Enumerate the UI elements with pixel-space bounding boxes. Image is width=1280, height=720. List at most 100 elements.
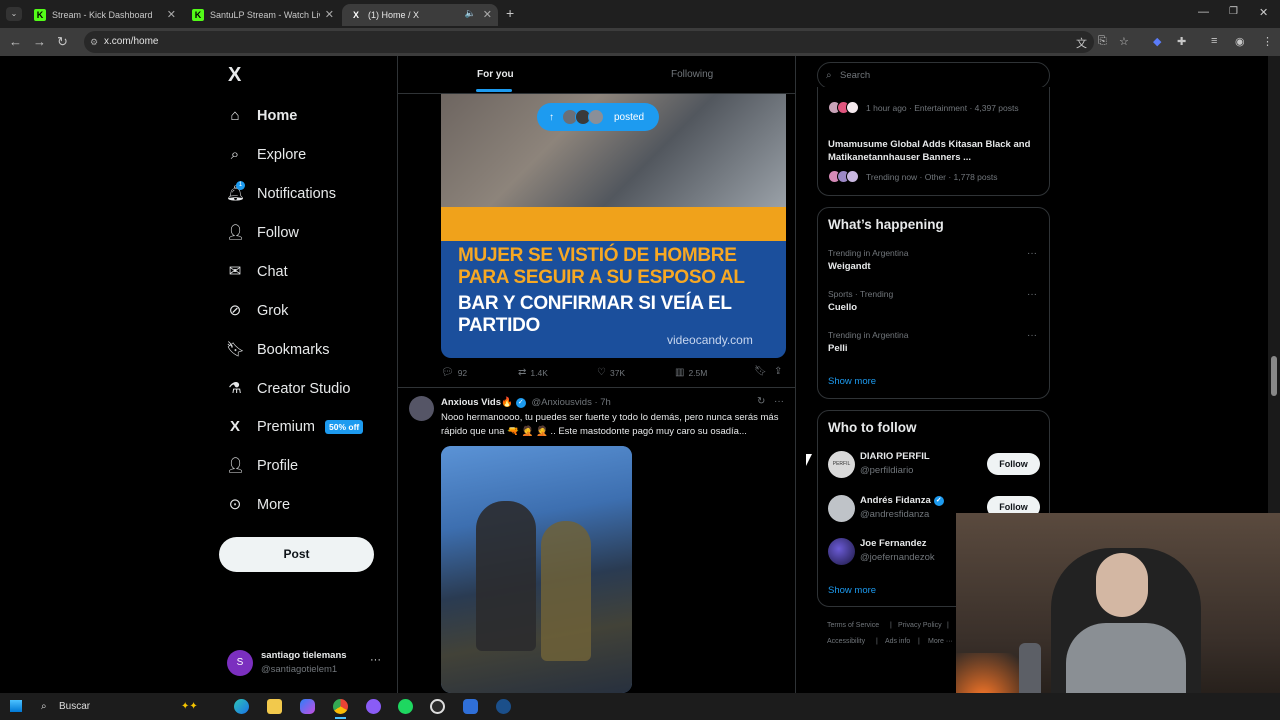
- file-explorer-icon[interactable]: [267, 699, 282, 714]
- nav-grok[interactable]: ⊘ Grok: [226, 302, 289, 320]
- nav-home[interactable]: ⌂ Home: [226, 107, 297, 125]
- nav-bookmarks[interactable]: 🔖︎ Bookmarks: [226, 341, 330, 359]
- user-name[interactable]: DIARIO PERFIL: [860, 451, 930, 462]
- tab-kick-stream[interactable]: K SantuLP Stream - Watch Live on Kick ✕: [184, 4, 340, 26]
- story-title[interactable]: Umamusume Global Adds Kitasan Black and …: [828, 138, 1033, 164]
- mail-icon[interactable]: [463, 699, 478, 714]
- terms-link[interactable]: Terms of Service: [827, 622, 879, 629]
- obs-icon[interactable]: [430, 699, 445, 714]
- trend-name[interactable]: Cuello: [828, 302, 857, 313]
- repost-button[interactable]: ⇄ 1.4K: [518, 367, 548, 378]
- copilot-icon[interactable]: [300, 699, 315, 714]
- trend-more-icon[interactable]: ···: [1027, 330, 1037, 341]
- spotify-icon[interactable]: [398, 699, 413, 714]
- back-icon[interactable]: ←: [9, 34, 22, 49]
- avatar[interactable]: [828, 495, 855, 522]
- more-icon[interactable]: ···: [774, 396, 784, 407]
- x-logo-icon: X: [352, 10, 359, 20]
- author-handle[interactable]: @Anxiousvids: [531, 397, 591, 408]
- webcam-overlay: [956, 513, 1280, 720]
- footer-more-link[interactable]: More ···: [928, 638, 953, 645]
- close-tab-icon[interactable]: ✕: [325, 8, 334, 21]
- restore-button[interactable]: ❐: [1229, 6, 1238, 17]
- footer-separator: |: [947, 622, 949, 629]
- headline-white: BAR Y CONFIRMAR SI VEÍA EL PARTIDO: [458, 293, 732, 336]
- site-info-icon[interactable]: ⚙: [90, 31, 98, 53]
- nav-explore[interactable]: ⌕ Explore: [226, 146, 306, 164]
- discord-icon[interactable]: [366, 699, 381, 714]
- media-icon[interactable]: ≡: [1211, 35, 1217, 47]
- privacy-link[interactable]: Privacy Policy: [898, 622, 942, 629]
- grok-icon[interactable]: ↻: [757, 396, 765, 407]
- x-logo[interactable]: X: [228, 64, 241, 87]
- tweet-media-image[interactable]: MUJER SE VISTIÓ DE HOMBRE PARA SEGUIR A …: [441, 94, 786, 358]
- post-button[interactable]: Post: [219, 537, 374, 572]
- user-name[interactable]: Andrés Fidanza ✓: [860, 495, 944, 506]
- avatar[interactable]: [828, 538, 855, 565]
- tweet-time[interactable]: · 7h: [594, 397, 610, 408]
- close-window-button[interactable]: ✕: [1259, 6, 1268, 19]
- puzzle-icon[interactable]: ✚: [1177, 35, 1186, 48]
- tab-following[interactable]: Following: [671, 69, 713, 80]
- nav-follow[interactable]: 👤︎ Follow: [226, 224, 299, 242]
- trend-name[interactable]: Pelli: [828, 343, 848, 354]
- tab-kick-dashboard[interactable]: K Stream - Kick Dashboard ✕: [26, 4, 182, 26]
- share-button[interactable]: ⇪: [774, 366, 786, 377]
- nav-premium[interactable]: X Premium 50% off: [226, 418, 364, 436]
- kick-icon: K: [34, 9, 46, 21]
- views-button[interactable]: ▥ 2.5M: [675, 367, 707, 378]
- show-more-link[interactable]: Show more: [828, 376, 876, 387]
- forward-icon[interactable]: →: [33, 34, 46, 49]
- tab-search-button[interactable]: ⌄: [6, 7, 22, 21]
- like-button[interactable]: ♡ 37K: [597, 367, 625, 378]
- trend-more-icon[interactable]: ···: [1027, 289, 1037, 300]
- edge-icon[interactable]: [234, 699, 249, 714]
- install-icon[interactable]: ⎘: [1098, 35, 1107, 48]
- trend-name[interactable]: Weigandt: [828, 261, 871, 272]
- close-tab-icon[interactable]: ✕: [167, 8, 176, 21]
- extension-icon[interactable]: ◆: [1153, 35, 1161, 48]
- account-switcher[interactable]: S santiago tielemans @santiagotielem1 ··…: [226, 648, 386, 678]
- footer-separator: |: [890, 622, 892, 629]
- windows-start-icon[interactable]: [10, 700, 22, 712]
- taskbar-search[interactable]: ⌕ Buscar ✦✦: [33, 696, 218, 717]
- reply-button[interactable]: 💬︎ 92: [441, 367, 467, 378]
- tab-x-home[interactable]: X (1) Home / X 🔈 ✕: [342, 4, 498, 26]
- ads-info-link[interactable]: Ads info: [885, 638, 910, 645]
- nav-profile[interactable]: 👤︎ Profile: [226, 457, 298, 475]
- profile-icon[interactable]: ◉: [1235, 35, 1245, 48]
- close-tab-icon[interactable]: ✕: [483, 8, 492, 21]
- nav-chat[interactable]: ✉ Chat: [226, 263, 288, 281]
- user-name[interactable]: Joe Fernandez: [860, 538, 927, 549]
- home-icon: ⌂: [230, 107, 240, 124]
- new-tab-button[interactable]: +: [506, 5, 514, 21]
- accessibility-link[interactable]: Accessibility: [827, 638, 865, 645]
- reload-icon[interactable]: ↻: [57, 34, 68, 50]
- new-posts-pill[interactable]: ↑ posted: [537, 103, 659, 131]
- tab-for-you[interactable]: For you: [477, 69, 514, 80]
- menu-icon[interactable]: ⋮: [1262, 35, 1273, 48]
- mail-icon: ✉: [228, 263, 242, 280]
- chrome-icon[interactable]: [333, 699, 348, 714]
- star-icon[interactable]: ☆: [1119, 35, 1129, 48]
- trend-more-icon[interactable]: ···: [1027, 248, 1037, 259]
- verified-badge-icon: ✓: [933, 496, 944, 506]
- follow-button[interactable]: Follow: [987, 453, 1040, 475]
- account-more-icon[interactable]: ···: [370, 654, 381, 666]
- nav-creator-studio[interactable]: ⚗ Creator Studio: [226, 380, 350, 398]
- search-input[interactable]: ⌕ Search: [817, 62, 1050, 89]
- speaker-icon[interactable]: 🔈: [465, 8, 476, 19]
- avatar[interactable]: [409, 396, 434, 421]
- show-more-link[interactable]: Show more: [828, 585, 876, 596]
- bookmark-button[interactable]: 🔖︎: [754, 366, 771, 377]
- steam-icon[interactable]: [496, 699, 511, 714]
- translate-icon[interactable]: 文: [1076, 35, 1087, 51]
- avatar[interactable]: PERFIL: [828, 451, 855, 478]
- url-input[interactable]: ⚙ x.com/home: [84, 31, 1094, 53]
- nav-more[interactable]: ⊙ More: [226, 496, 290, 514]
- scrollbar-thumb[interactable]: [1271, 356, 1277, 396]
- minimize-button[interactable]: —: [1198, 6, 1209, 18]
- author-name[interactable]: Anxious Vids🔥: [441, 397, 513, 408]
- search-icon: ⌕: [41, 701, 47, 712]
- tweet-video[interactable]: [441, 446, 632, 693]
